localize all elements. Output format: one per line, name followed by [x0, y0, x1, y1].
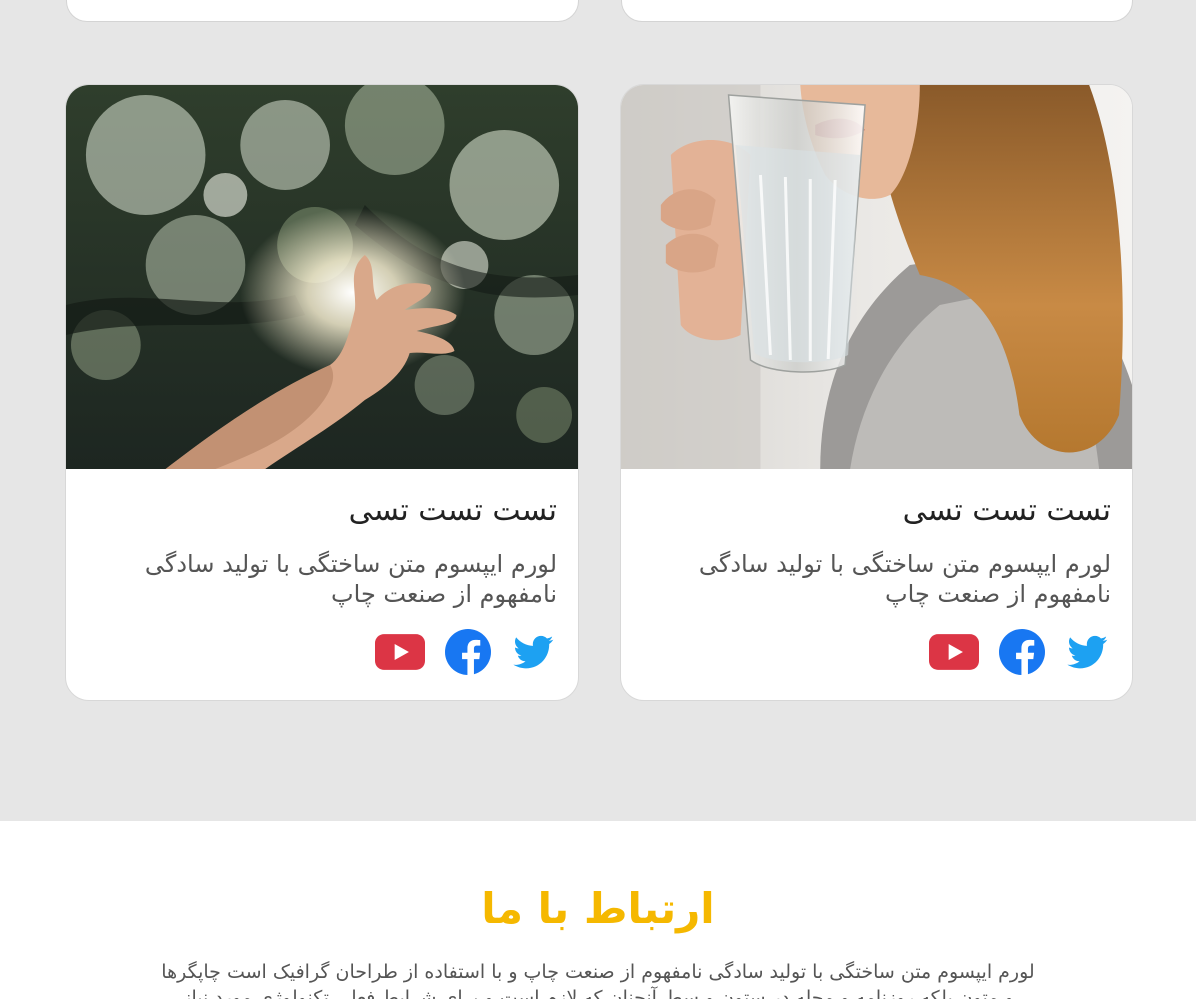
youtube-icon[interactable]	[929, 632, 979, 672]
contact-title: ارتباط با ما	[481, 884, 715, 933]
card-text: لورم ایپسوم متن ساختگی با تولید سادگی نا…	[144, 550, 557, 608]
twitter-icon[interactable]	[511, 630, 557, 674]
card-hand-sunlight: تست تست تسی لورم ایپسوم متن ساختگی با تو…	[65, 84, 579, 701]
twitter-icon[interactable]	[1065, 630, 1111, 674]
card-title: تست تست تسی	[348, 493, 557, 528]
card-bottom-stub-left	[66, 0, 579, 22]
card-bottom-stub-right	[621, 0, 1133, 22]
youtube-icon[interactable]	[375, 632, 425, 672]
card-water-glass: تست تست تسی لورم ایپسوم متن ساختگی با تو…	[620, 84, 1133, 701]
card-image-woman-drinking-water	[621, 85, 1132, 469]
card-text: لورم ایپسوم متن ساختگی با تولید سادگی نا…	[698, 550, 1111, 608]
card-title: تست تست تسی	[902, 493, 1111, 528]
card-image-hand-sunlight	[66, 85, 578, 469]
facebook-icon[interactable]	[999, 629, 1045, 675]
facebook-icon[interactable]	[445, 629, 491, 675]
social-links	[87, 629, 557, 675]
contact-text: لورم ایپسوم متن ساختگی با تولید سادگی نا…	[161, 961, 1035, 999]
social-links	[642, 629, 1111, 675]
contact-section: ارتباط با ما لورم ایپسوم متن ساختگی با ت…	[0, 821, 1196, 999]
